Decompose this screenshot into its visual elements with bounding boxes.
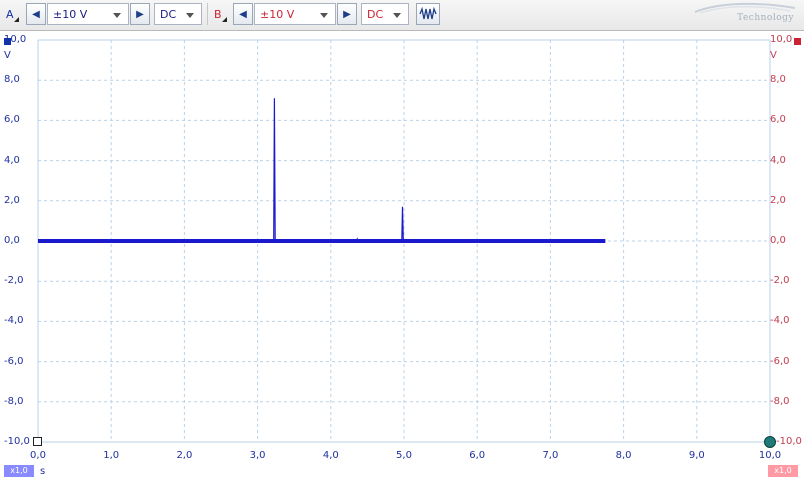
left-axis-tick-label: 6,0 <box>4 114 20 126</box>
trigger-marker[interactable] <box>33 437 42 446</box>
brand-logo-text: Technology <box>737 13 794 23</box>
x-axis-unit: s <box>40 466 46 477</box>
trace-layer <box>38 98 606 243</box>
signal-generator-button[interactable] <box>416 3 440 25</box>
left-axis-tick-label: -8,0 <box>4 395 24 407</box>
x-axis-tick-label: 3,0 <box>249 450 266 461</box>
channel-b-coupling-value: DC <box>367 7 384 21</box>
channel-b-selector[interactable]: B <box>210 3 230 25</box>
right-axis-tick-label: 2,0 <box>770 194 786 206</box>
channel-b-range-increase-button[interactable]: ▶ <box>337 3 357 25</box>
channel-b-multiplier-badge[interactable]: x1,0 <box>768 465 798 477</box>
channel-b-marker <box>794 38 801 45</box>
left-axis-tick-label: -6,0 <box>4 355 24 367</box>
right-axis-tick-label: -6,0 <box>770 355 790 367</box>
channel-a-selector[interactable]: A <box>2 3 22 25</box>
channel-a-marker <box>4 38 11 45</box>
x-axis-tick-label: 7,0 <box>542 450 559 461</box>
x-axis-tick-label: 4,0 <box>322 450 339 461</box>
x-axis-tick-label: 5,0 <box>396 450 412 461</box>
chevron-left-icon: ◀ <box>32 8 40 20</box>
channel-b-label: B <box>214 7 222 21</box>
chevron-down-icon <box>320 13 328 18</box>
chevron-right-icon: ▶ <box>343 8 351 20</box>
left-axis-tick-label: 4,0 <box>4 154 20 166</box>
waveform-trace <box>38 98 606 242</box>
dropdown-corner-icon <box>14 17 19 22</box>
ruler-handle[interactable] <box>764 436 776 448</box>
dropdown-corner-icon <box>222 17 227 22</box>
channel-a-coupling-dropdown[interactable]: DC <box>154 3 202 25</box>
chevron-down-icon <box>186 13 194 18</box>
x-axis-tick-label: 0,0 <box>30 450 46 461</box>
chevron-left-icon: ◀ <box>239 8 247 20</box>
right-axis-tick-label: -8,0 <box>770 395 790 407</box>
channel-a-range-increase-button[interactable]: ▶ <box>130 3 150 25</box>
left-axis-tick-label: 8,0 <box>4 74 20 86</box>
channel-b-range-decrease-button[interactable]: ◀ <box>233 3 253 25</box>
channel-a-multiplier-badge[interactable]: x1,0 <box>4 465 34 477</box>
chevron-down-icon <box>393 13 401 18</box>
left-axis-tick-label: 0,0 <box>4 235 20 246</box>
chevron-down-icon <box>113 13 121 18</box>
channel-a-range-decrease-button[interactable]: ◀ <box>26 3 46 25</box>
left-axis-tick-label: -2,0 <box>4 275 24 287</box>
channel-b-coupling-dropdown[interactable]: DC <box>361 3 409 25</box>
channel-b-range-value: ±10 V <box>260 7 295 21</box>
right-axis-tick-label: -10,0 <box>776 436 802 447</box>
left-axis-unit: V <box>4 50 11 61</box>
toolbar-divider <box>207 3 208 25</box>
toolbar: A ◀ ±10 V ▶ DC B ◀ ±10 V ▶ DC Technology <box>0 0 804 31</box>
x-axis-tick-label: 9,0 <box>688 450 705 461</box>
channel-a-range-dropdown[interactable]: ±10 V <box>47 3 129 25</box>
x-axis-tick-label: 8,0 <box>615 450 632 461</box>
channel-b-range-dropdown[interactable]: ±10 V <box>254 3 336 25</box>
x-axis-tick-label: 6,0 <box>469 450 486 461</box>
x-axis-tick-label: 1,0 <box>103 450 120 461</box>
chevron-right-icon: ▶ <box>136 8 144 20</box>
right-axis-tick-label: 0,0 <box>770 235 786 246</box>
x-axis-tick-label: 2,0 <box>176 450 193 461</box>
right-axis-tick-label: 4,0 <box>770 154 786 166</box>
x-axis-tick-label: 10,0 <box>758 450 782 461</box>
right-axis-tick-label: -2,0 <box>770 275 790 287</box>
brand-logo-swoosh <box>694 2 796 14</box>
channel-a-label: A <box>6 7 14 21</box>
scope-view[interactable] <box>0 30 804 480</box>
right-axis-unit: V <box>770 50 777 61</box>
channel-a-range-value: ±10 V <box>53 7 88 21</box>
channel-a-coupling-value: DC <box>160 7 177 21</box>
signal-generator-icon <box>419 7 437 20</box>
right-axis-tick-label: 8,0 <box>770 74 786 86</box>
left-axis-tick-label: -4,0 <box>4 315 24 327</box>
left-axis-tick-label: 2,0 <box>4 194 20 206</box>
right-axis-tick-label: 6,0 <box>770 114 786 126</box>
right-axis-tick-label: -4,0 <box>770 315 790 327</box>
waveform-plot <box>37 39 771 443</box>
